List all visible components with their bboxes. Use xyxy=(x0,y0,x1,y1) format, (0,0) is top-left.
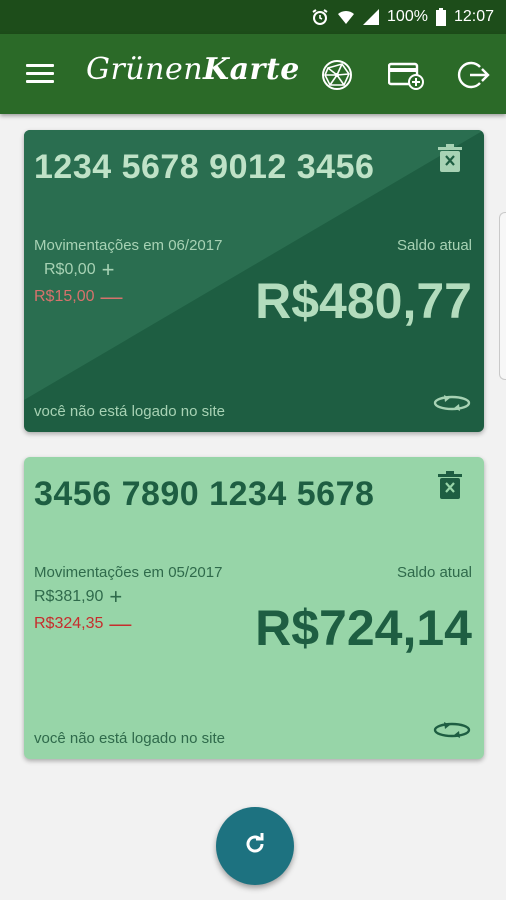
status-bar: 100% 12:07 xyxy=(0,0,506,34)
app-bar: GrünenKarte xyxy=(0,34,506,114)
debit-value: R$324,35 xyxy=(34,615,104,632)
balance-value: R$724,14 xyxy=(255,600,472,656)
app-title-part2: Karte xyxy=(203,52,300,87)
credit-amount: R$0,00 + xyxy=(44,257,115,282)
refresh-icon xyxy=(241,830,269,863)
app-title: GrünenKarte xyxy=(86,52,300,87)
card-number: 1234 5678 9012 3456 xyxy=(34,148,375,186)
rotate-icon[interactable] xyxy=(432,392,472,414)
card-2[interactable]: 3456 7890 1234 5678 Movimentações em 05/… xyxy=(24,457,484,759)
app-title-part1: Grünen xyxy=(86,52,204,87)
balance-label: Saldo atual xyxy=(396,237,472,254)
edge-panel-handle[interactable] xyxy=(499,212,506,380)
wifi-icon xyxy=(337,9,355,25)
logout-icon[interactable] xyxy=(456,58,490,92)
plus-icon: + xyxy=(109,584,123,609)
debit-amount: R$324,35 — xyxy=(34,611,132,636)
credit-amount: R$381,90 + xyxy=(34,584,123,609)
alarm-icon xyxy=(311,8,329,26)
debit-amount: R$15,00 — xyxy=(34,284,123,309)
add-card-icon[interactable] xyxy=(387,58,424,92)
signal-icon xyxy=(363,9,380,25)
rotate-icon[interactable] xyxy=(432,719,472,741)
credit-value: R$0,00 xyxy=(44,261,96,278)
card-number: 3456 7890 1234 5678 xyxy=(34,475,375,513)
movements-label: Movimentações em 06/2017 xyxy=(34,237,223,254)
login-status: você não está logado no site xyxy=(34,403,225,420)
refresh-button[interactable] xyxy=(216,807,294,885)
delete-icon[interactable] xyxy=(438,144,462,172)
battery-level: 100% xyxy=(387,8,428,25)
balance-label: Saldo atual xyxy=(396,564,472,581)
debit-value: R$15,00 xyxy=(34,288,95,305)
menu-icon[interactable] xyxy=(26,64,54,84)
balance-value: R$480,77 xyxy=(255,273,472,329)
login-status: você não está logado no site xyxy=(34,730,225,747)
clock: 12:07 xyxy=(453,8,494,25)
delete-icon[interactable] xyxy=(438,471,462,499)
minus-icon: — xyxy=(109,611,132,636)
card-1[interactable]: 1234 5678 9012 3456 Movimentações em 06/… xyxy=(24,130,484,432)
minus-icon: — xyxy=(100,284,123,309)
battery-icon xyxy=(435,8,446,26)
plus-icon: + xyxy=(101,257,115,282)
network-globe-icon[interactable] xyxy=(320,58,354,92)
movements-label: Movimentações em 05/2017 xyxy=(34,564,223,581)
credit-value: R$381,90 xyxy=(34,588,104,605)
